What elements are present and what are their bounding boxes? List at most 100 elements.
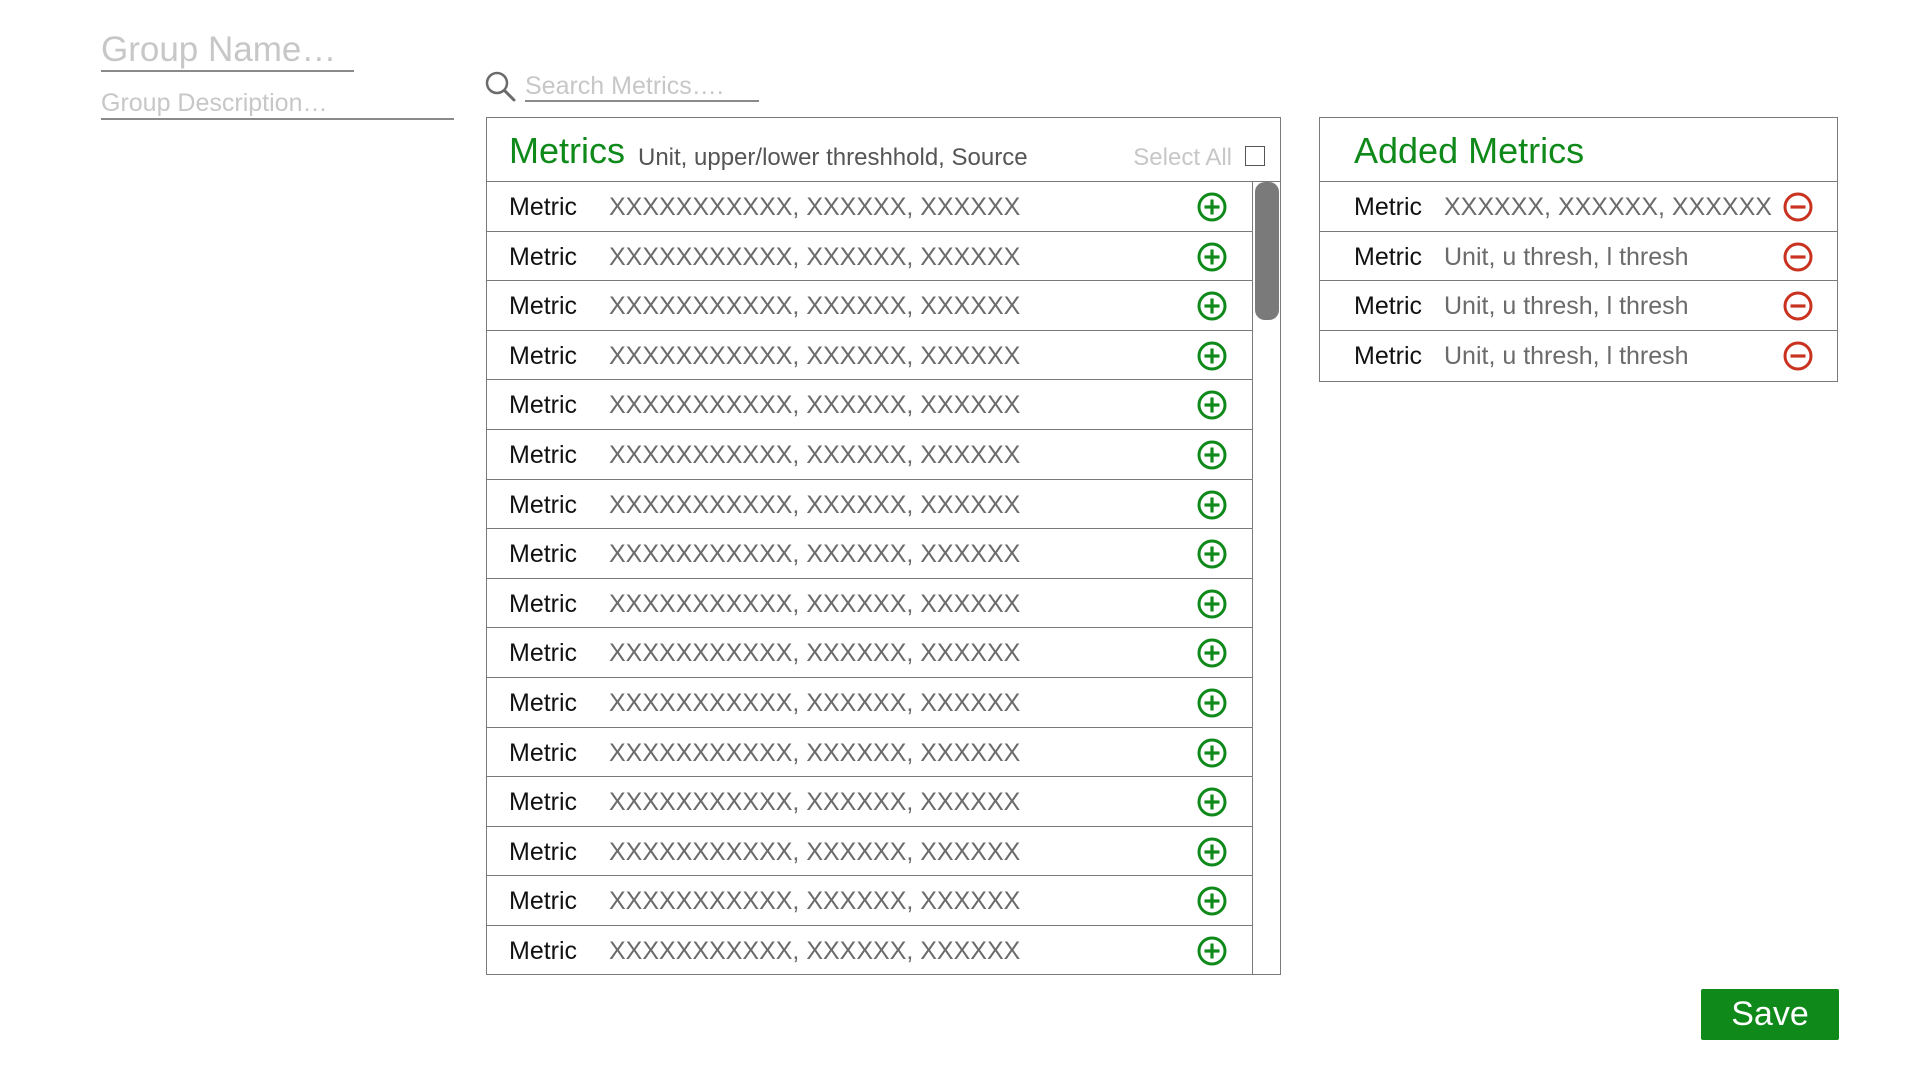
metrics-scrollbar[interactable] <box>1252 182 1280 974</box>
add-metric-button[interactable] <box>1196 687 1228 719</box>
add-metric-button[interactable] <box>1196 191 1228 223</box>
add-metric-button[interactable] <box>1196 786 1228 818</box>
plus-circle-icon <box>1196 241 1228 273</box>
metrics-panel-row: Metric XXXXXXXXXXX, XXXXXX, XXXXXX <box>487 281 1252 331</box>
metrics-panel-header: Metrics Unit, upper/lower threshhold, So… <box>487 118 1280 182</box>
metric-details: XXXXXXXXXXX, XXXXXX, XXXXXX <box>609 688 1021 717</box>
added-panel-row: Metric Unit, u thresh, l thresh <box>1320 232 1837 282</box>
metric-details: Unit, u thresh, l thresh <box>1444 292 1689 321</box>
metric-details: XXXXXXXXXXX, XXXXXX, XXXXXX <box>609 738 1021 767</box>
add-metric-button[interactable] <box>1196 439 1228 471</box>
metric-details: XXXXXXXXXXX, XXXXXX, XXXXXX <box>609 440 1021 469</box>
plus-circle-icon <box>1196 489 1228 521</box>
minus-circle-icon <box>1782 290 1814 322</box>
metrics-panel-row: Metric XXXXXXXXXXX, XXXXXX, XXXXXX <box>487 182 1252 232</box>
metrics-panel-row: Metric XXXXXXXXXXX, XXXXXX, XXXXXX <box>487 480 1252 530</box>
metrics-list: Metric XXXXXXXXXXX, XXXXXX, XXXXXX Metric X… <box>487 182 1252 976</box>
metrics-panel-row: Metric XXXXXXXXXXX, XXXXXX, XXXXXX <box>487 380 1252 430</box>
metric-name: Metric <box>509 688 578 717</box>
search-icon[interactable] <box>484 70 516 102</box>
add-metric-button[interactable] <box>1196 885 1228 917</box>
plus-circle-icon <box>1196 935 1228 967</box>
metrics-panel-row: Metric XXXXXXXXXXX, XXXXXX, XXXXXX <box>487 579 1252 629</box>
metric-name: Metric <box>1354 193 1423 221</box>
added-metrics-panel: Added Metrics Metric XXXXXX, XXXXXX, XXXX… <box>1319 117 1838 382</box>
added-metrics-title: Added Metrics <box>1354 130 1585 171</box>
metrics-panel-row: Metric XXXXXXXXXXX, XXXXXX, XXXXXX <box>487 331 1252 381</box>
metrics-panel-row: Metric XXXXXXXXXXX, XXXXXX, XXXXXX <box>487 628 1252 678</box>
metrics-panel-row: Metric XXXXXXXXXXX, XXXXXX, XXXXXX <box>487 678 1252 728</box>
add-metric-button[interactable] <box>1196 588 1228 620</box>
remove-metric-button[interactable] <box>1782 241 1814 273</box>
select-all-checkbox[interactable] <box>1245 146 1265 166</box>
metrics-panel-row: Metric XXXXXXXXXXX, XXXXXX, XXXXXX <box>487 926 1252 976</box>
add-metric-button[interactable] <box>1196 637 1228 669</box>
minus-circle-icon <box>1782 340 1814 372</box>
metric-name: Metric <box>509 440 578 469</box>
plus-circle-icon <box>1196 290 1228 322</box>
add-metric-button[interactable] <box>1196 836 1228 868</box>
metric-details: Unit, u thresh, l thresh <box>1444 242 1689 271</box>
add-metric-button[interactable] <box>1196 340 1228 372</box>
added-panel-row: Metric XXXXXX, XXXXXX, XXXXXX <box>1320 182 1837 232</box>
metrics-subtitle: Unit, upper/lower threshhold, Source <box>638 144 1028 171</box>
metric-name: Metric <box>1354 242 1423 271</box>
metric-details: XXXXXXXXXXX, XXXXXX, XXXXXX <box>609 589 1021 618</box>
metrics-title: Metrics <box>509 130 625 171</box>
plus-circle-icon <box>1196 439 1228 471</box>
metric-name: Metric <box>509 887 578 916</box>
add-metric-button[interactable] <box>1196 538 1228 570</box>
plus-circle-icon <box>1196 737 1228 769</box>
scrollbar-thumb[interactable] <box>1255 182 1279 320</box>
add-metric-button[interactable] <box>1196 935 1228 967</box>
search-bar <box>484 68 764 104</box>
metric-details: Unit, u thresh, l thresh <box>1444 341 1689 370</box>
metric-name: Metric <box>509 788 578 817</box>
added-panel-row: Metric Unit, u thresh, l thresh <box>1320 331 1837 381</box>
metric-details: XXXXXXXXXXX, XXXXXX, XXXXXX <box>609 788 1021 817</box>
metrics-panel-row: Metric XXXXXXXXXXX, XXXXXX, XXXXXX <box>487 827 1252 877</box>
metric-details: XXXXXXXXXXX, XXXXXX, XXXXXX <box>609 490 1021 519</box>
metric-name: Metric <box>509 490 578 519</box>
metric-details: XXXXXXXXXXX, XXXXXX, XXXXXX <box>609 887 1021 916</box>
metrics-panel-row: Metric XXXXXXXXXXX, XXXXXX, XXXXXX <box>487 529 1252 579</box>
metric-details: XXXXXXXXXXX, XXXXXX, XXXXXX <box>609 292 1021 321</box>
metric-name: Metric <box>509 292 578 321</box>
metric-name: Metric <box>509 242 578 271</box>
add-metric-button[interactable] <box>1196 290 1228 322</box>
metric-name: Metric <box>509 540 578 569</box>
metric-name: Metric <box>509 341 578 370</box>
remove-metric-button[interactable] <box>1782 340 1814 372</box>
select-all-label[interactable]: Select All <box>1133 144 1232 172</box>
plus-circle-icon <box>1196 191 1228 223</box>
metric-details: XXXXXXXXXXX, XXXXXX, XXXXXX <box>609 341 1021 370</box>
minus-circle-icon <box>1782 241 1814 273</box>
metric-name: Metric <box>509 639 578 668</box>
group-description-input[interactable] <box>101 88 454 120</box>
metric-details: XXXXXX, XXXXXX, XXXXXX <box>1444 193 1772 221</box>
metric-details: XXXXXXXXXXX, XXXXXX, XXXXXX <box>609 837 1021 866</box>
add-metric-button[interactable] <box>1196 389 1228 421</box>
metric-name: Metric <box>509 837 578 866</box>
metric-details: XXXXXXXXXXX, XXXXXX, XXXXXX <box>609 540 1021 569</box>
metric-name: Metric <box>1354 341 1423 370</box>
metric-name: Metric <box>509 738 578 767</box>
add-metric-button[interactable] <box>1196 241 1228 273</box>
plus-circle-icon <box>1196 588 1228 620</box>
metric-name: Metric <box>509 589 578 618</box>
remove-metric-button[interactable] <box>1782 290 1814 322</box>
metric-name: Metric <box>509 936 578 965</box>
metric-details: XXXXXXXXXXX, XXXXXX, XXXXXX <box>609 639 1021 668</box>
metric-details: XXXXXXXXXXX, XXXXXX, XXXXXX <box>609 242 1021 271</box>
add-metric-button[interactable] <box>1196 489 1228 521</box>
metrics-panel-row: Metric XXXXXXXXXXX, XXXXXX, XXXXXX <box>487 232 1252 282</box>
add-metric-button[interactable] <box>1196 737 1228 769</box>
metrics-panel: Metrics Unit, upper/lower threshhold, So… <box>486 117 1281 975</box>
plus-circle-icon <box>1196 389 1228 421</box>
save-button[interactable]: Save <box>1701 989 1839 1040</box>
remove-metric-button[interactable] <box>1782 191 1814 223</box>
group-name-input[interactable] <box>101 30 354 72</box>
plus-circle-icon <box>1196 885 1228 917</box>
search-input[interactable] <box>525 72 759 102</box>
metrics-panel-row: Metric XXXXXXXXXXX, XXXXXX, XXXXXX <box>487 777 1252 827</box>
